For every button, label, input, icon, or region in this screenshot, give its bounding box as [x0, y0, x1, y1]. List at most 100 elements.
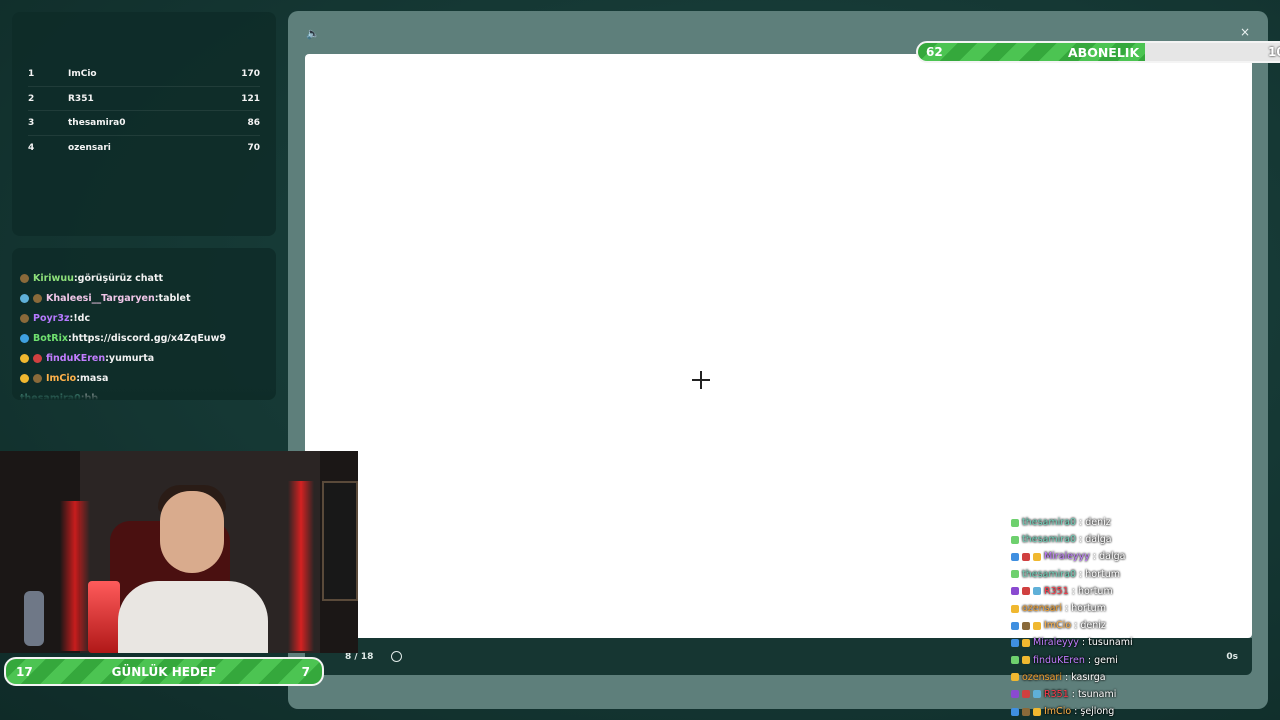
- game-chat-message: ozensari: kasırga: [1011, 669, 1211, 686]
- leaderboard-panel: 1 ImCio 170 2 R351 121 3 thesamira0 86 4 ozensari 7…: [12, 12, 276, 236]
- game-chat-username: thesamira0: [1022, 568, 1077, 580]
- chat-fade-overlay: [12, 386, 276, 400]
- game-chat-text: : hortum: [1064, 603, 1106, 615]
- leaderboard-name: ozensari: [68, 143, 111, 154]
- game-chat-badge-icon: [1011, 638, 1019, 647]
- chat-username[interactable]: Khaleesi__Targaryen: [46, 293, 155, 304]
- game-chat-badge-icon: [1011, 535, 1019, 544]
- chat-username[interactable]: ImCio: [46, 373, 76, 384]
- game-chat-badge-icon: [1033, 552, 1041, 561]
- speaker-icon[interactable]: 🔈: [306, 27, 320, 40]
- game-chat-message: finduKEren: gemi: [1011, 652, 1211, 669]
- crosshair-cursor-icon: [692, 371, 710, 389]
- close-icon[interactable]: ×: [1240, 25, 1250, 39]
- chat-badge-icon: [20, 313, 29, 323]
- game-chat-username: thesamira0: [1022, 517, 1077, 529]
- game-chat-badge-icon: [1022, 638, 1030, 647]
- game-chat-message: R351: hortum: [1011, 583, 1211, 600]
- game-chat-badge-icon: [1022, 707, 1030, 716]
- game-chat-badge-icon: [1033, 621, 1041, 630]
- chat-badge-icon: [33, 373, 42, 383]
- game-chat-badge-icon: [1022, 552, 1030, 561]
- leaderboard-row: 2 R351 121: [28, 87, 260, 112]
- chat-text: :masa: [76, 372, 109, 384]
- leaderboard-rank: 1: [28, 68, 35, 79]
- leaderboard-score: 86: [247, 118, 260, 129]
- leaderboard-rank: 4: [28, 143, 35, 154]
- chat-message: Poyr3z:!dc: [20, 308, 268, 328]
- game-chat-text: : kasırga: [1064, 671, 1106, 683]
- game-chat-text: : dalga: [1092, 551, 1126, 563]
- leaderboard-score: 170: [241, 68, 260, 79]
- leaderboard-row: 1 ImCio 170: [28, 62, 260, 87]
- game-chat-badge-icon: [1022, 690, 1030, 699]
- game-chat-text: : deniz: [1074, 620, 1106, 632]
- game-chat-text: : deniz: [1079, 517, 1111, 529]
- game-chat-message: R351: tsunami: [1011, 686, 1211, 703]
- timer-icon: [391, 651, 403, 662]
- game-chat-message: thesamira0: deniz: [1011, 514, 1211, 531]
- game-chat-badge-icon: [1011, 707, 1019, 716]
- daily-goal-target: 7: [301, 664, 310, 679]
- chat-text: :tablet: [154, 292, 191, 304]
- game-chat-text: : gemi: [1087, 654, 1118, 666]
- chat-text: :görüşürüz chatt: [73, 272, 164, 284]
- subscription-goal-bar: 62 ABONELIK 100: [916, 41, 1280, 63]
- leaderboard-row: 3 thesamira0 86: [28, 111, 260, 137]
- chat-badge-icon: [20, 353, 29, 363]
- game-chat-message: thesamira0: hortum: [1011, 566, 1211, 583]
- game-chat-username: finduKEren: [1033, 654, 1085, 666]
- game-chat-username: ImCio: [1044, 620, 1072, 632]
- chat-username[interactable]: BotRix: [33, 333, 68, 344]
- game-chat-text: : şejlong: [1074, 706, 1115, 718]
- chat-username[interactable]: finduKEren: [46, 353, 105, 364]
- game-chat-username: thesamira0: [1022, 534, 1077, 546]
- game-chat-badge-icon: [1033, 690, 1041, 699]
- game-chat-badge-icon: [1022, 621, 1030, 630]
- game-chat-badge-icon: [1011, 656, 1019, 665]
- game-chat-badge-icon: [1011, 673, 1019, 682]
- chat-badge-icon: [20, 373, 29, 383]
- game-chat-username: ozensari: [1022, 671, 1062, 683]
- daily-goal-label: GÜNLÜK HEDEF: [111, 664, 217, 679]
- chat-username[interactable]: Poyr3z: [33, 313, 70, 324]
- chat-message: Kiriwuu:görüşürüz chatt: [20, 268, 268, 288]
- game-chat-badge-icon: [1011, 621, 1019, 630]
- daily-goal-bar: 17 GÜNLÜK HEDEF 7: [4, 657, 324, 686]
- webcam-feed: [0, 451, 358, 653]
- time-remaining: 0s: [1226, 651, 1238, 662]
- chat-message: ImCio:masa: [20, 368, 268, 388]
- game-chat-message: Miraleyyy: dalga: [1011, 548, 1211, 565]
- game-chat-text: : hortum: [1079, 568, 1120, 580]
- subscription-label: ABONELIK: [1068, 44, 1140, 60]
- game-chat-text: : tusunami: [1081, 637, 1133, 649]
- chat-badge-icon: [20, 273, 29, 283]
- game-chat-message: ImCio: deniz: [1011, 617, 1211, 634]
- chat-text: :yumurta: [105, 352, 155, 364]
- leaderboard-row: 4 ozensari 70: [28, 136, 260, 161]
- game-chat-text: : dalga: [1079, 534, 1112, 546]
- chat-message: finduKEren:yumurta: [20, 348, 268, 368]
- game-chat-badge-icon: [1011, 570, 1019, 579]
- game-chat-badge-icon: [1022, 587, 1030, 596]
- chat-username[interactable]: Kiriwuu: [33, 273, 74, 284]
- game-chat-badge-icon: [1011, 604, 1019, 613]
- chat-badge-icon: [20, 333, 29, 343]
- subscription-current: 62: [926, 45, 943, 59]
- chat-badge-icon: [33, 293, 42, 303]
- leaderboard-rows: 1 ImCio 170 2 R351 121 3 thesamira0 86 4 ozensari 7…: [28, 62, 260, 161]
- chat-badge-icon: [20, 293, 29, 303]
- game-chat-username: R351: [1044, 585, 1069, 597]
- round-counter: 8 / 18: [345, 651, 374, 662]
- game-chat-message: Miraleyyy: tusunami: [1011, 634, 1211, 651]
- leaderboard-score: 121: [241, 93, 260, 104]
- game-chat-badge-icon: [1011, 518, 1019, 527]
- chat-badge-icon: [33, 353, 42, 363]
- game-chat-badge-icon: [1033, 707, 1041, 716]
- chat-text: :https://discord.gg/x4ZqEuw9: [68, 332, 226, 344]
- chat-message: BotRix:https://discord.gg/x4ZqEuw9: [20, 328, 268, 348]
- leaderboard-name: thesamira0: [68, 118, 126, 129]
- leaderboard-score: 70: [247, 143, 260, 154]
- game-chat-message: ozensari: hortum: [1011, 600, 1211, 617]
- game-chat-username: ozensari: [1022, 603, 1062, 615]
